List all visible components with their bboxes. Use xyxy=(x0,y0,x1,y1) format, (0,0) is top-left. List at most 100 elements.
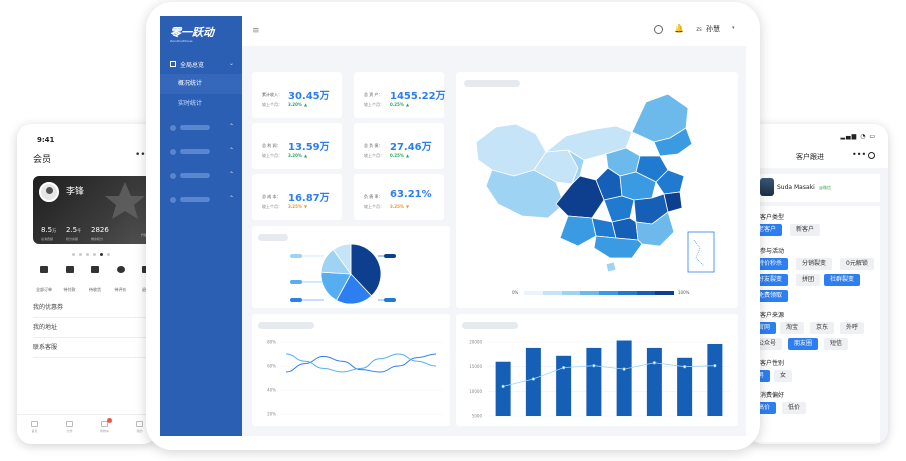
pie-label-pill xyxy=(384,254,396,258)
cart-badge xyxy=(106,418,112,423)
trend-point[interactable] xyxy=(561,365,566,370)
china-map-card xyxy=(456,72,738,308)
trend-point[interactable] xyxy=(622,367,626,371)
pending-payment-button[interactable]: 待付款 xyxy=(59,266,81,295)
trend-point[interactable] xyxy=(652,361,657,365)
card-decoration xyxy=(105,182,145,219)
more-icon[interactable]: ••• xyxy=(852,150,866,159)
tab-home[interactable]: 首页 xyxy=(27,421,43,444)
trend-point[interactable] xyxy=(501,384,505,389)
comment-icon xyxy=(116,266,125,273)
trend-point[interactable] xyxy=(713,363,717,368)
bar[interactable] xyxy=(495,361,511,416)
tag-chip[interactable]: 分销裂变 xyxy=(796,258,833,270)
bar[interactable] xyxy=(556,355,572,416)
section-title: 客户类型 xyxy=(760,214,785,221)
pie-label-pill xyxy=(290,254,302,258)
tab-cart[interactable]: 购物车 xyxy=(97,418,113,444)
trend-point[interactable] xyxy=(592,363,596,368)
wechat-badge: @微信 xyxy=(819,185,831,190)
status-icons: ▂▄▆ ◔ ▭ xyxy=(840,133,876,140)
y-tick-label: 60% xyxy=(267,364,276,369)
chevron-up-icon: ⌃ xyxy=(228,195,234,202)
sidebar-item-realtime-stats[interactable]: 实时统计 xyxy=(160,94,242,114)
showcase-stage: 9:41 会员 ••• 李锋 8.5万 总消费额 2.5千 积分余额 2826 … xyxy=(0,0,906,461)
line-series[interactable] xyxy=(285,353,437,373)
user-name[interactable]: 孙慧 xyxy=(706,24,720,34)
sidebar-group-overview[interactable]: 全局总览 ⌄ xyxy=(160,56,242,74)
topbar: ≡ 🔔 ZS 孙慧 ▾ xyxy=(242,16,746,46)
sidebar-item-collapsed[interactable] xyxy=(170,143,226,161)
china-map[interactable] xyxy=(456,72,738,308)
pie-chart-card xyxy=(252,226,450,308)
sidebar-item-collapsed[interactable] xyxy=(170,119,226,137)
tag-chip[interactable]: 京东 xyxy=(810,322,835,334)
chevron-up-icon: ⌃ xyxy=(228,171,234,178)
support-link[interactable]: 联系客服 xyxy=(33,338,157,358)
member-card[interactable]: 李锋 8.5万 总消费额 2.5千 积分余额 2826 剩余积分 升级攻略 xyxy=(33,176,157,244)
chevron-up-icon: ⌃ xyxy=(228,123,234,130)
menu-icon[interactable]: ≡ xyxy=(252,26,260,36)
customer-tags-panel: 客户类型 老客户 新客户 参与活动 特价秒杀 分销裂变 0元解锁 好友裂变 拼团… xyxy=(752,206,880,442)
kpi-card[interactable]: 累计收入： 30.45万 较上个月： 3.20% ▲ xyxy=(252,72,342,118)
bar[interactable] xyxy=(707,343,723,416)
pending-delivery-button[interactable]: 待收货 xyxy=(84,266,106,295)
tag-chip[interactable]: 新客户 xyxy=(790,224,821,236)
tag-chip[interactable]: 女 xyxy=(774,370,793,382)
all-orders-button[interactable]: 全部订单 xyxy=(33,266,55,295)
sidebar-item-collapsed[interactable] xyxy=(170,191,226,209)
bar-chart[interactable]: 20000 15000 10000 5000 xyxy=(456,314,738,426)
bar[interactable] xyxy=(646,347,662,416)
trend-point[interactable] xyxy=(531,377,536,381)
chevron-down-icon[interactable]: ▾ xyxy=(732,25,735,31)
address-link[interactable]: 我的地址 xyxy=(33,318,157,338)
customer-body: Suda Masaki @微信 客户类型 老客户 新客户 参与活动 特价秒杀 分… xyxy=(748,168,888,444)
section-title: 客户性别 xyxy=(760,360,785,367)
category-icon xyxy=(66,421,73,427)
line-chart[interactable]: 80% 60% 40% 20% xyxy=(252,314,450,426)
kpi-card[interactable]: 总 负 债： 27.46万 较上个月： 0.25% ▲ xyxy=(354,123,444,169)
chevron-up-icon: ⌃ xyxy=(228,147,234,154)
pending-review-button[interactable]: 待评价 xyxy=(110,266,132,295)
bell-icon[interactable]: 🔔 xyxy=(674,24,684,33)
bar[interactable] xyxy=(616,340,632,416)
avatar[interactable]: ZS xyxy=(694,25,704,35)
user-icon xyxy=(136,421,143,427)
target-icon[interactable] xyxy=(868,152,875,159)
page-title: 会员 xyxy=(33,155,52,165)
legend-swatch xyxy=(580,291,599,295)
tab-category[interactable]: 分类 xyxy=(62,421,78,444)
map-region-yunnan xyxy=(559,215,597,247)
tag-chip[interactable]: 0元解锁 xyxy=(840,258,874,270)
bar[interactable] xyxy=(586,347,602,416)
bar[interactable] xyxy=(525,347,541,416)
arrow-up-icon: ▲ xyxy=(406,102,410,107)
sidebar-item-overview-stats[interactable]: 概况统计 xyxy=(160,74,242,94)
arrow-up-icon: ▲ xyxy=(304,153,308,158)
tag-chip[interactable]: 淘宝 xyxy=(780,322,805,334)
tag-chip[interactable]: 朋友圈 xyxy=(788,338,819,350)
kpi-card[interactable]: 总 利 润： 13.59万 较上个月： 3.20% ▲ xyxy=(252,123,342,169)
tag-chip[interactable]: 外呼 xyxy=(840,322,865,334)
kpi-card[interactable]: 总 资 产： 1455.22万 较上个月： 0.25% ▲ xyxy=(354,72,446,118)
sidebar-item-collapsed[interactable] xyxy=(170,167,226,185)
customer-name: Suda Masaki xyxy=(777,184,815,191)
tag-chip[interactable]: 低价 xyxy=(782,402,807,414)
coupons-link[interactable]: 我的优惠券 xyxy=(33,298,157,318)
tag-chip[interactable]: 社群裂变 xyxy=(824,274,861,286)
trend-point[interactable] xyxy=(682,364,687,369)
kpi-card[interactable]: 总 成 本： 16.87万 较上个月： 3.25% ▼ xyxy=(252,174,342,220)
y-tick-label: 80% xyxy=(267,340,276,345)
kpi-card[interactable]: 负 债 率： 63.21% 较上个月： 3.25% ▼ xyxy=(354,174,444,220)
section-title: 消费偏好 xyxy=(760,392,785,399)
pie-label-pill xyxy=(290,298,302,302)
tag-chip[interactable]: 短信 xyxy=(824,338,849,350)
tag-chip[interactable]: 拼团 xyxy=(796,274,821,286)
wallet-icon xyxy=(65,266,74,273)
pie-label-pill xyxy=(384,298,396,302)
truck-icon xyxy=(91,266,99,273)
pie-chart[interactable] xyxy=(252,226,450,308)
search-icon[interactable] xyxy=(654,25,663,34)
customer-phone: ▂▄▆ ◔ ▭ 客户跟进 ••• Suda Masaki @微信 客户类型 老客… xyxy=(748,124,888,444)
bottom-tab-bar: 首页 分类 购物车 我的 xyxy=(17,414,157,444)
